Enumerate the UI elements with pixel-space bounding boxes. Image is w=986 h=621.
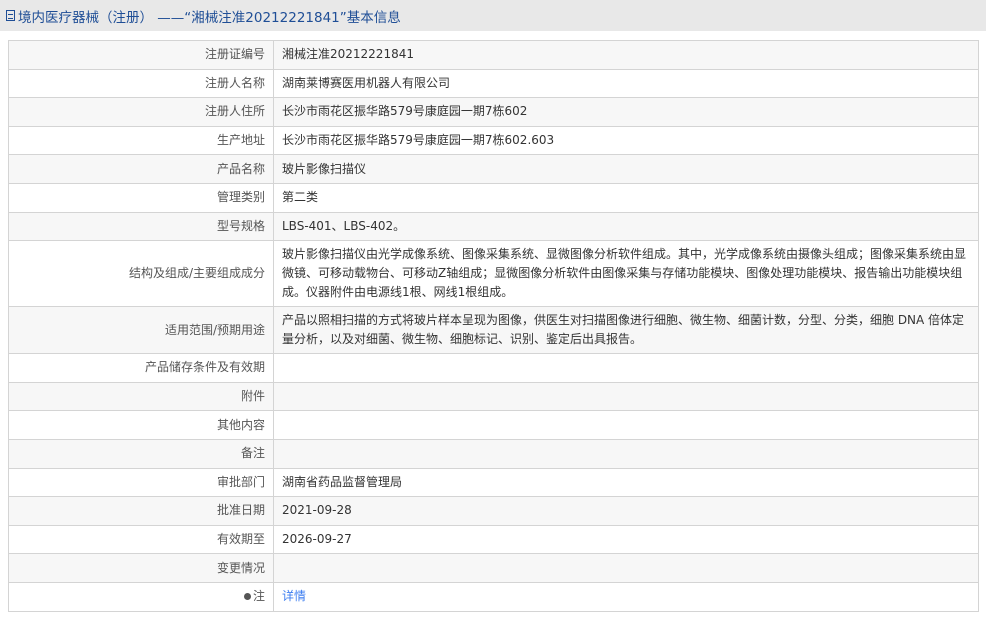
table-row: 注册证编号 湘械注准20212221841 <box>8 40 979 70</box>
table-row: 适用范围/预期用途 产品以照相扫描的方式将玻片样本呈现为图像，供医生对扫描图像进行… <box>8 306 979 355</box>
field-value: 长沙市雨花区振华路579号康庭园一期7栋602 <box>273 97 979 127</box>
field-value <box>273 438 979 469</box>
field-label: 注册证编号 <box>8 40 274 70</box>
document-icon <box>6 10 15 21</box>
field-value <box>273 553 979 583</box>
field-label: 生产地址 <box>8 125 274 156</box>
field-value: 长沙市雨花区振华路579号康庭园一期7栋602.603 <box>273 125 979 156</box>
table-row: 注册人名称 湖南莱博赛医用机器人有限公司 <box>8 68 979 99</box>
field-label: 适用范围/预期用途 <box>8 306 274 355</box>
table-row: 有效期至 2026-09-27 <box>8 524 979 555</box>
field-label: 型号规格 <box>8 211 274 242</box>
field-value: LBS-401、LBS-402。 <box>273 211 979 242</box>
field-value: 玻片影像扫描仪由光学成像系统、图像采集系统、显微图像分析软件组成。其中，光学成像… <box>273 240 979 308</box>
page-title: 境内医疗器械（注册） ——“湘械注准20212221841”基本信息 <box>18 9 401 26</box>
table-row: 型号规格 LBS-401、LBS-402。 <box>8 211 979 242</box>
field-label: 有效期至 <box>8 524 274 555</box>
details-link[interactable]: 详情 <box>282 589 306 603</box>
field-label: 审批部门 <box>8 467 274 498</box>
field-label: 产品储存条件及有效期 <box>8 353 274 383</box>
table-row: 管理类别 第二类 <box>8 182 979 213</box>
table-row: 结构及组成/主要组成成分 玻片影像扫描仪由光学成像系统、图像采集系统、显微图像分析… <box>8 240 979 308</box>
field-value: 湖南省药品监督管理局 <box>273 467 979 498</box>
info-table: 注册证编号 湘械注准20212221841 注册人名称 湖南莱博赛医用机器人有限公司注… <box>8 40 979 612</box>
field-label: 其他内容 <box>8 410 274 440</box>
field-label: 批准日期 <box>8 496 274 526</box>
table-row: 注册人住所 长沙市雨花区振华路579号康庭园一期7栋602 <box>8 97 979 127</box>
table-row: 批准日期 2021-09-28 <box>8 496 979 526</box>
field-label: 注册人住所 <box>8 97 274 127</box>
table-row: 审批部门 湖南省药品监督管理局 <box>8 467 979 498</box>
field-label: 附件 <box>8 381 274 412</box>
field-label: 管理类别 <box>8 182 274 213</box>
field-value: 详情 <box>273 581 979 612</box>
field-label: 注 <box>8 581 274 612</box>
table-row: 产品名称 玻片影像扫描仪 <box>8 154 979 184</box>
table-row: 备注 <box>8 438 979 469</box>
field-label: 注册人名称 <box>8 68 274 99</box>
field-value <box>273 410 979 440</box>
field-value <box>273 381 979 412</box>
table-row: 附件 <box>8 381 979 412</box>
table-row: 变更情况 <box>8 553 979 583</box>
field-label: 结构及组成/主要组成成分 <box>8 240 274 308</box>
field-value: 2021-09-28 <box>273 496 979 526</box>
field-label: 备注 <box>8 438 274 469</box>
pin-icon <box>243 593 251 601</box>
field-label: 产品名称 <box>8 154 274 184</box>
field-value: 2026-09-27 <box>273 524 979 555</box>
field-label: 变更情况 <box>8 553 274 583</box>
note-label: 注 <box>252 589 265 604</box>
table-row: 其他内容 <box>8 410 979 440</box>
table-row-note: 注 详情 <box>8 581 979 612</box>
field-value: 湖南莱博赛医用机器人有限公司 <box>273 68 979 99</box>
field-value: 玻片影像扫描仪 <box>273 154 979 184</box>
table-row: 产品储存条件及有效期 <box>8 353 979 383</box>
field-value: 第二类 <box>273 182 979 213</box>
page-header: 境内医疗器械（注册） ——“湘械注准20212221841”基本信息 <box>0 0 986 31</box>
field-value: 湘械注准20212221841 <box>273 40 979 70</box>
table-row: 生产地址 长沙市雨花区振华路579号康庭园一期7栋602.603 <box>8 125 979 156</box>
field-value <box>273 353 979 383</box>
field-value: 产品以照相扫描的方式将玻片样本呈现为图像，供医生对扫描图像进行细胞、微生物、细菌… <box>273 306 979 355</box>
